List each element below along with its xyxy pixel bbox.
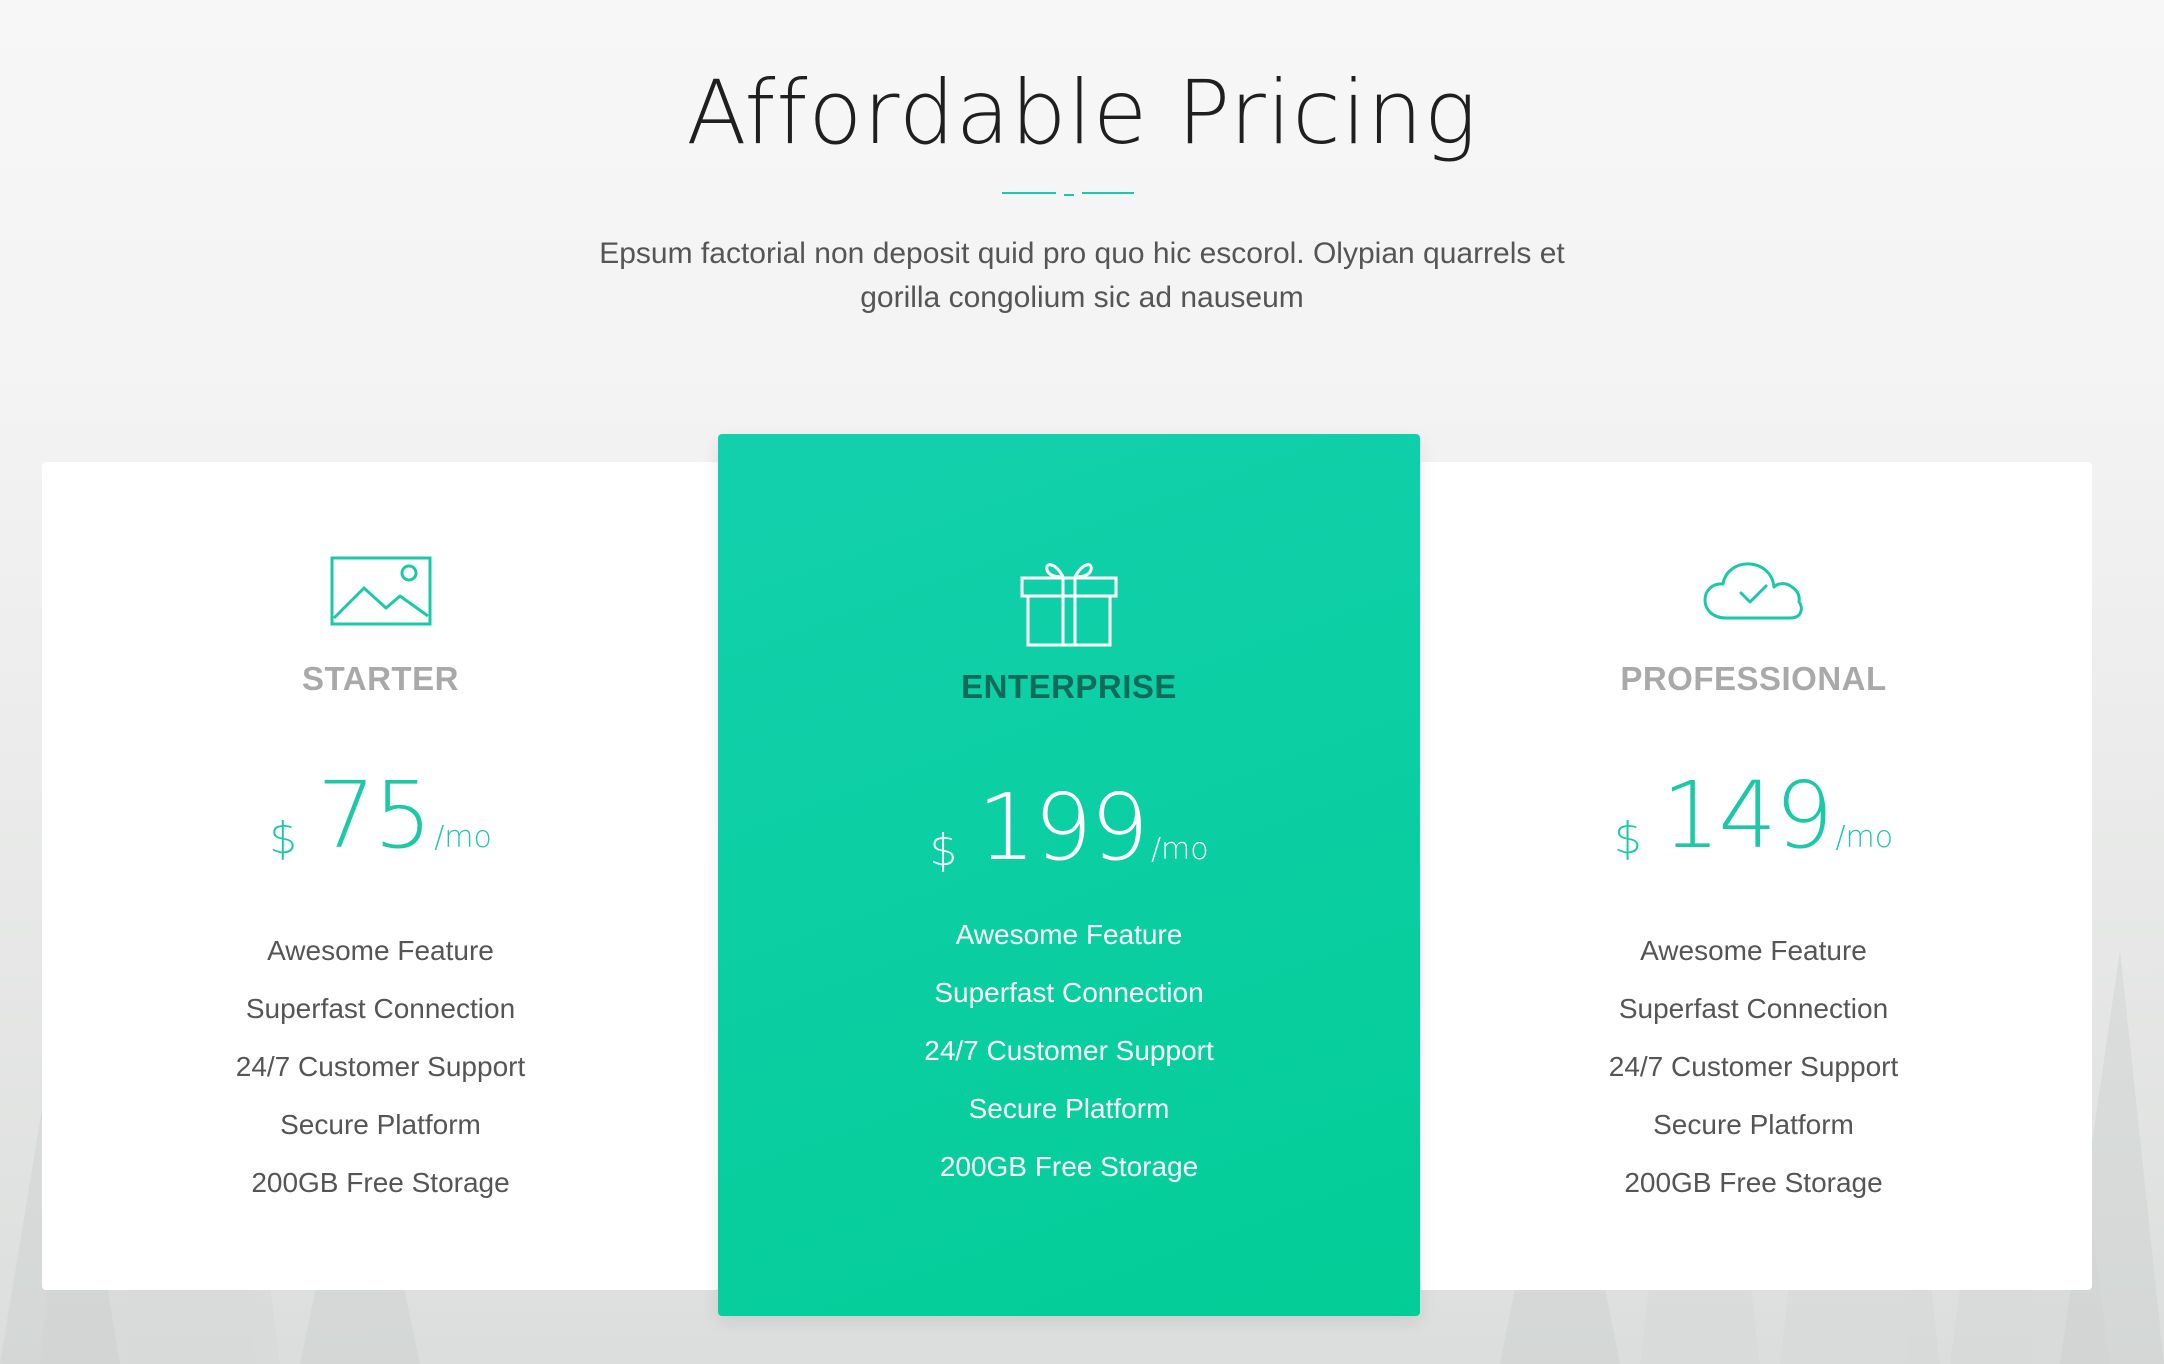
- feature-list: Awesome Feature Superfast Connection 24/…: [42, 922, 719, 1212]
- pricing-card-enterprise: ENTERPRISE $199/mo Awesome Feature Super…: [718, 434, 1420, 1316]
- plan-price: $149/mo: [1415, 762, 2092, 869]
- price-currency: $: [929, 825, 958, 876]
- plan-price: $75/mo: [42, 762, 719, 869]
- cloud-check-icon: [1703, 562, 1803, 620]
- feature-list: Awesome Feature Superfast Connection 24/…: [718, 906, 1420, 1196]
- plan-name: STARTER: [302, 660, 459, 697]
- plan-price: $199/mo: [718, 774, 1420, 881]
- page-title: Affordable Pricing: [686, 61, 1478, 164]
- price-amount: 199: [977, 774, 1149, 881]
- feature-item: Awesome Feature: [955, 919, 1183, 950]
- feature-item: Secure Platform: [1653, 1109, 1854, 1140]
- feature-item: 24/7 Customer Support: [1608, 1051, 1899, 1082]
- pricing-card-starter: STARTER $75/mo Awesome Feature Superfast…: [42, 462, 719, 1290]
- feature-item: 200GB Free Storage: [1624, 1167, 1883, 1198]
- plan-name: ENTERPRISE: [961, 668, 1177, 705]
- feature-item: 24/7 Customer Support: [924, 1035, 1214, 1066]
- pricing-card-professional: PROFESSIONAL $149/mo Awesome Feature Sup…: [1415, 462, 2092, 1290]
- feature-item: Superfast Connection: [934, 977, 1204, 1008]
- feature-item: 200GB Free Storage: [251, 1167, 510, 1198]
- feature-item: Awesome Feature: [1640, 935, 1867, 966]
- price-currency: $: [269, 813, 298, 864]
- feature-item: Secure Platform: [280, 1109, 481, 1140]
- feature-item: 24/7 Customer Support: [235, 1051, 526, 1082]
- feature-item: Superfast Connection: [245, 993, 516, 1024]
- price-period: /mo: [1150, 832, 1209, 867]
- price-period: /mo: [1835, 820, 1894, 855]
- price-period: /mo: [434, 820, 492, 855]
- image-icon: [330, 556, 431, 626]
- feature-list: Awesome Feature Superfast Connection 24/…: [1415, 922, 2092, 1212]
- plan-name: PROFESSIONAL: [1620, 660, 1887, 697]
- page-subtitle: Epsum factorial non deposit quid pro quo…: [599, 237, 1565, 314]
- price-currency: $: [1613, 813, 1642, 864]
- feature-item: Awesome Feature: [267, 935, 494, 966]
- feature-item: Superfast Connection: [1618, 993, 1889, 1024]
- price-amount: 149: [1661, 762, 1834, 869]
- feature-item: Secure Platform: [968, 1093, 1170, 1124]
- feature-item: 200GB Free Storage: [939, 1151, 1199, 1182]
- price-amount: 75: [317, 762, 432, 869]
- gift-icon: [1020, 563, 1118, 647]
- title-divider: [1002, 192, 1134, 196]
